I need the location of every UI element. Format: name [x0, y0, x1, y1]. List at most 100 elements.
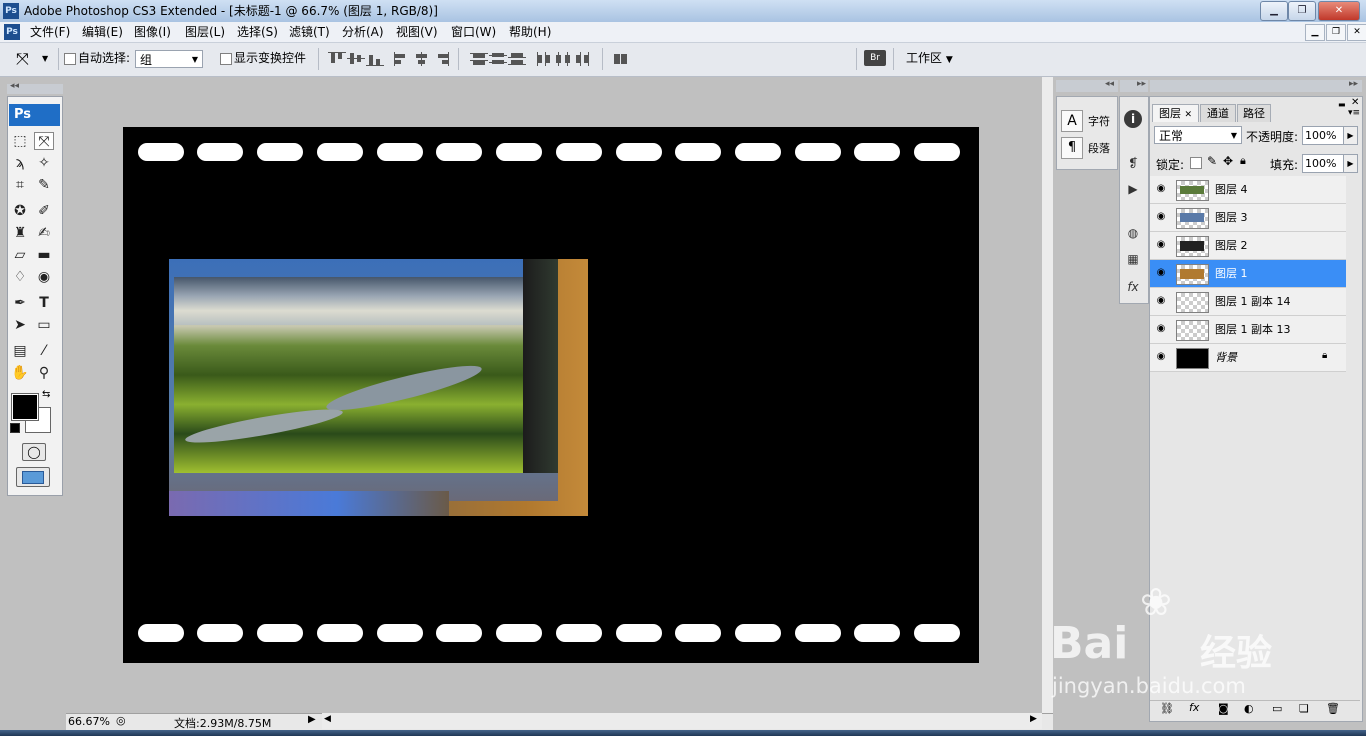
actions-icon[interactable]: ▶ — [1124, 180, 1142, 198]
foreground-color-swatch-top[interactable] — [11, 393, 39, 421]
dodge-tool-icon[interactable]: ◉ — [34, 268, 54, 286]
icon-dock-header[interactable]: ▸▸ — [1120, 79, 1148, 92]
brush-tool-icon[interactable]: ✐ — [34, 202, 54, 220]
path-selection-tool-icon[interactable]: ➤ — [10, 316, 30, 334]
menu-edit[interactable]: 编辑(E) — [82, 24, 123, 40]
menu-help[interactable]: 帮助(H) — [509, 24, 551, 40]
add-mask-icon[interactable]: ◙ — [1218, 702, 1229, 715]
hand-tool-icon[interactable]: ✋ — [10, 364, 30, 382]
align-right-icon[interactable] — [432, 52, 450, 66]
new-layer-icon[interactable]: ❏ — [1299, 702, 1309, 715]
lock-transparency-icon[interactable] — [1190, 157, 1202, 169]
visibility-eye-icon[interactable]: ◉ — [1155, 239, 1167, 251]
distribute-left-icon[interactable] — [536, 52, 554, 66]
layer-row[interactable]: ◉ 图层 1 副本 13 — [1150, 316, 1346, 344]
show-transform-checkbox[interactable] — [220, 53, 232, 65]
menu-window[interactable]: 窗口(W) — [451, 24, 496, 40]
zoom-tool-icon[interactable]: ⚲ — [34, 364, 54, 382]
doc-close-button[interactable]: ✕ — [1347, 24, 1366, 41]
gradient-tool-icon[interactable]: ▬ — [34, 246, 54, 264]
zoom-level[interactable]: 66.67% — [68, 715, 110, 728]
toolbox-header[interactable]: ◂◂ — [7, 81, 63, 94]
align-top-icon[interactable] — [328, 52, 346, 66]
distribute-bottom-icon[interactable] — [508, 52, 526, 66]
history-icon[interactable]: ❡ — [1124, 154, 1142, 172]
distribute-hcenter-icon[interactable] — [555, 52, 573, 66]
auto-select-dropdown[interactable]: 组 ▼ — [135, 50, 203, 68]
move-tool-preset-icon[interactable]: ⤧ — [16, 49, 29, 69]
shape-tool-icon[interactable]: ▭ — [34, 316, 54, 334]
history-brush-tool-icon[interactable]: ✍ — [34, 224, 54, 242]
visibility-eye-icon[interactable]: ◉ — [1155, 351, 1167, 363]
close-icon[interactable]: ✕ — [1351, 97, 1359, 108]
menu-image[interactable]: 图像(I) — [134, 24, 171, 40]
notes-tool-icon[interactable]: ▤ — [10, 342, 30, 360]
visibility-eye-icon[interactable]: ◉ — [1155, 295, 1167, 307]
lock-all-icon[interactable]: 🔒︎ — [1240, 154, 1246, 168]
lasso-tool-icon[interactable]: ϡ — [10, 154, 30, 172]
menu-layer[interactable]: 图层(L) — [185, 24, 225, 40]
eraser-tool-icon[interactable]: ▱ — [10, 246, 30, 264]
visibility-eye-icon[interactable]: ◉ — [1155, 267, 1167, 279]
doc-minimize-button[interactable]: ▁ — [1305, 24, 1325, 41]
blur-tool-icon[interactable]: ♢ — [10, 268, 30, 286]
close-icon[interactable]: ✕ — [1184, 110, 1192, 120]
minimize-button[interactable]: ▁ — [1260, 1, 1288, 21]
crop-tool-icon[interactable]: ⌗ — [10, 176, 30, 194]
new-group-icon[interactable]: ▭ — [1272, 702, 1282, 715]
close-button[interactable]: ✕ — [1318, 1, 1360, 21]
default-colors-icon[interactable] — [10, 423, 20, 433]
slice-tool-icon[interactable]: ✎ — [34, 176, 54, 194]
eyedropper-tool-icon[interactable]: ⁄ — [34, 342, 54, 360]
swap-colors-icon[interactable]: ⇆ — [42, 389, 50, 400]
menu-file[interactable]: 文件(F) — [30, 24, 70, 40]
paragraph-label[interactable]: 段落 — [1088, 140, 1110, 156]
fx-icon[interactable]: fx — [1124, 278, 1142, 296]
fx-icon[interactable]: fx — [1189, 701, 1199, 714]
tab-channels[interactable]: 通道 — [1200, 104, 1236, 122]
quick-mask-icon[interactable]: ◯ — [22, 443, 46, 461]
workspace-button[interactable]: 工作区 ▼ — [906, 51, 953, 67]
distribute-right-icon[interactable] — [574, 52, 592, 66]
chevron-down-icon[interactable]: ▼ — [42, 54, 48, 63]
lock-image-icon[interactable]: ✎ — [1207, 154, 1217, 168]
lock-position-icon[interactable]: ✥ — [1223, 154, 1233, 168]
distribute-top-icon[interactable] — [470, 52, 488, 66]
align-vcenter-icon[interactable] — [347, 52, 365, 66]
blend-mode-dropdown[interactable]: 正常 ▼ — [1154, 126, 1242, 144]
tab-layers[interactable]: 图层 ✕ — [1152, 104, 1199, 122]
fill-input[interactable]: 100% — [1302, 154, 1346, 173]
swatches-icon[interactable]: ◍ — [1124, 224, 1142, 242]
healing-brush-tool-icon[interactable]: ✪ — [10, 202, 30, 220]
styles-icon[interactable]: ▦ — [1124, 250, 1142, 268]
character-label[interactable]: 字符 — [1088, 113, 1110, 129]
panel-minimize-icon[interactable]: ▬ — [1338, 100, 1346, 109]
delete-layer-icon[interactable]: 🗑︎ — [1326, 702, 1340, 715]
menu-view[interactable]: 视图(V) — [396, 24, 438, 40]
character-icon[interactable]: A — [1061, 110, 1083, 132]
link-layers-icon[interactable]: ⛓ — [1160, 702, 1174, 715]
layer-row[interactable]: ◉ 图层 2 — [1150, 232, 1346, 260]
tab-paths[interactable]: 路径 — [1237, 104, 1271, 122]
layers-dock-header[interactable]: ▸▸ — [1150, 79, 1362, 92]
horizontal-scrollbar[interactable]: ◀ ▶ — [322, 713, 1042, 729]
layer-row-selected[interactable]: ◉ 图层 1 — [1150, 260, 1346, 288]
document-canvas[interactable] — [123, 127, 979, 663]
move-tool-icon[interactable]: ⤧ — [34, 132, 54, 150]
visibility-eye-icon[interactable]: ◉ — [1155, 183, 1167, 195]
paragraph-icon[interactable]: ¶ — [1061, 137, 1083, 159]
layer-row[interactable]: ◉ 图层 4 — [1150, 176, 1346, 204]
opacity-slider-button[interactable]: ▶ — [1343, 126, 1358, 145]
char-dock-header[interactable]: ◂◂ — [1056, 79, 1118, 92]
align-hcenter-icon[interactable] — [413, 52, 431, 66]
screen-mode-icon[interactable] — [16, 467, 50, 487]
menu-select[interactable]: 选择(S) — [237, 24, 278, 40]
auto-select-checkbox[interactable] — [64, 53, 76, 65]
maximize-button[interactable]: ❐ — [1288, 1, 1316, 21]
menu-filter[interactable]: 滤镜(T) — [289, 24, 330, 40]
fill-slider-button[interactable]: ▶ — [1343, 154, 1358, 173]
panel-menu-icon[interactable]: ▾≡ — [1348, 108, 1360, 118]
distribute-vcenter-icon[interactable] — [489, 52, 507, 66]
pen-tool-icon[interactable]: ✒ — [10, 294, 30, 312]
type-tool-icon[interactable]: T — [34, 294, 54, 312]
